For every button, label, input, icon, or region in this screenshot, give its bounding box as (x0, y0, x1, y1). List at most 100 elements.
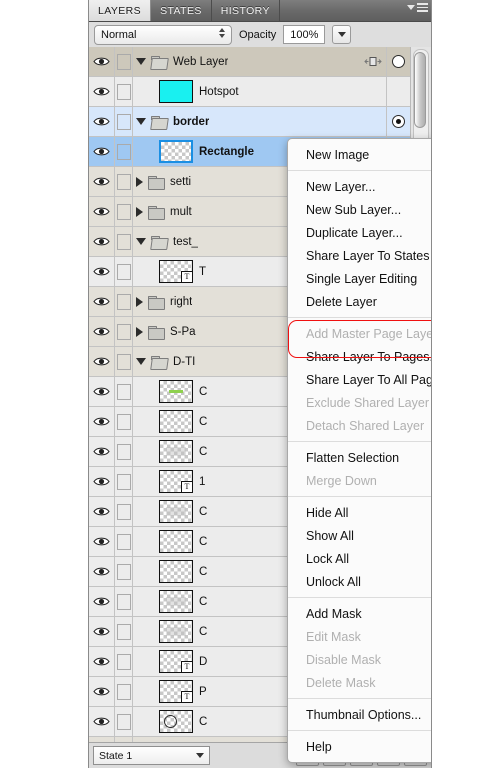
layer-visibility-toggle[interactable] (89, 107, 115, 136)
layer-thumbnail[interactable] (159, 410, 193, 433)
layer-lock-toggle[interactable] (115, 227, 133, 256)
twirl-right-icon[interactable] (136, 296, 143, 307)
layer-thumbnail[interactable] (159, 590, 193, 613)
context-menu-item[interactable]: Duplicate Layer... (288, 221, 431, 244)
layer-thumbnail[interactable] (159, 380, 193, 403)
layer-visibility-toggle[interactable] (89, 257, 115, 286)
context-menu-item[interactable]: Add Mask (288, 602, 431, 625)
layer-main-cell[interactable]: Web Layer (133, 47, 360, 76)
layer-lock-toggle[interactable] (115, 617, 133, 646)
context-menu-item[interactable]: Show All (288, 524, 431, 547)
layer-context-menu[interactable]: New Image New Layer... New Sub Layer... Dup… (287, 138, 431, 763)
state-select[interactable]: State 1 (93, 746, 210, 765)
layer-thumbnail[interactable] (159, 80, 193, 103)
context-menu-item[interactable]: Share Layer To States (288, 244, 431, 267)
twirl-down-icon[interactable] (136, 118, 146, 125)
layer-lock-toggle[interactable] (115, 197, 133, 226)
layer-visibility-toggle[interactable] (89, 197, 115, 226)
layer-visibility-toggle[interactable] (89, 527, 115, 556)
tab-layers[interactable]: LAYERS (89, 0, 152, 21)
twirl-right-icon[interactable] (136, 176, 143, 187)
layer-row[interactable]: Hotspot (89, 77, 410, 107)
context-menu-item[interactable]: Flatten Selection (288, 446, 431, 469)
layer-lock-toggle[interactable] (115, 557, 133, 586)
layer-lock-toggle[interactable] (115, 107, 133, 136)
layer-visibility-toggle[interactable] (89, 647, 115, 676)
layer-lock-toggle[interactable] (115, 257, 133, 286)
layer-thumbnail[interactable] (159, 560, 193, 583)
layer-visibility-toggle[interactable] (89, 407, 115, 436)
context-menu-item[interactable]: Hide All (288, 501, 431, 524)
context-menu-item[interactable]: New Sub Layer... (288, 198, 431, 221)
layer-thumbnail[interactable]: T (159, 680, 193, 703)
context-menu-item[interactable]: Help (288, 735, 431, 758)
layer-target-toggle[interactable] (386, 107, 410, 136)
layer-visibility-toggle[interactable] (89, 287, 115, 316)
layer-visibility-toggle[interactable] (89, 227, 115, 256)
layer-lock-toggle[interactable] (115, 587, 133, 616)
layer-lock-toggle[interactable] (115, 407, 133, 436)
context-menu-item[interactable]: Share Layer To Pages... (288, 345, 431, 368)
layer-lock-toggle[interactable] (115, 707, 133, 736)
opacity-input[interactable]: 100% (283, 25, 326, 44)
layer-visibility-toggle[interactable] (89, 587, 115, 616)
layer-lock-toggle[interactable] (115, 647, 133, 676)
context-menu-item[interactable]: Share Layer To All Pages (288, 368, 431, 391)
layer-visibility-toggle[interactable] (89, 557, 115, 586)
twirl-down-icon[interactable] (136, 58, 146, 65)
layer-visibility-toggle[interactable] (89, 677, 115, 706)
layer-row[interactable]: border (89, 107, 410, 137)
layer-visibility-toggle[interactable] (89, 167, 115, 196)
layer-thumbnail[interactable] (159, 140, 193, 163)
layer-visibility-toggle[interactable] (89, 617, 115, 646)
context-menu-item[interactable]: Unlock All (288, 570, 431, 593)
layer-thumbnail[interactable]: T (159, 260, 193, 283)
scrollbar-thumb[interactable] (414, 52, 426, 128)
layer-visibility-toggle[interactable] (89, 137, 115, 166)
layer-lock-toggle[interactable] (115, 677, 133, 706)
layer-lock-toggle[interactable] (115, 347, 133, 376)
layer-target-toggle[interactable] (386, 47, 410, 76)
twirl-right-icon[interactable] (136, 326, 143, 337)
layer-lock-toggle[interactable] (115, 377, 133, 406)
layer-lock-toggle[interactable] (115, 527, 133, 556)
layer-lock-toggle[interactable] (115, 137, 133, 166)
layer-thumbnail[interactable]: T (159, 470, 193, 493)
blend-mode-select[interactable]: Normal (94, 24, 232, 45)
layer-visibility-toggle[interactable] (89, 347, 115, 376)
layer-lock-toggle[interactable] (115, 467, 133, 496)
context-menu-item[interactable]: Lock All (288, 547, 431, 570)
layer-lock-toggle[interactable] (115, 497, 133, 526)
layer-visibility-toggle[interactable] (89, 437, 115, 466)
tab-history[interactable]: HISTORY (212, 0, 280, 21)
layer-lock-toggle[interactable] (115, 167, 133, 196)
context-menu-item[interactable]: Single Layer Editing (288, 267, 431, 290)
twirl-down-icon[interactable] (136, 238, 146, 245)
context-menu-item[interactable]: Thumbnail Options... (288, 703, 431, 726)
layer-lock-toggle[interactable] (115, 77, 133, 106)
layer-visibility-toggle[interactable] (89, 317, 115, 346)
layer-visibility-toggle[interactable] (89, 707, 115, 736)
twirl-down-icon[interactable] (136, 358, 146, 365)
context-menu-item[interactable]: New Layer... (288, 175, 431, 198)
layer-thumbnail[interactable] (159, 620, 193, 643)
layer-main-cell[interactable]: Hotspot (133, 77, 360, 106)
layer-thumbnail[interactable] (159, 530, 193, 553)
opacity-dropdown-button[interactable] (332, 25, 352, 44)
panel-menu-icon[interactable] (407, 3, 428, 12)
layer-thumbnail[interactable] (159, 710, 193, 733)
layer-visibility-toggle[interactable] (89, 497, 115, 526)
context-menu-item[interactable]: Delete Layer (288, 290, 431, 313)
twirl-right-icon[interactable] (136, 206, 143, 217)
layer-thumbnail[interactable]: T (159, 650, 193, 673)
tab-states[interactable]: STATES (151, 0, 212, 21)
layer-thumbnail[interactable] (159, 500, 193, 523)
layer-visibility-toggle[interactable] (89, 467, 115, 496)
layer-lock-toggle[interactable] (115, 287, 133, 316)
layer-lock-toggle[interactable] (115, 317, 133, 346)
layer-visibility-toggle[interactable] (89, 77, 115, 106)
context-menu-item[interactable]: New Image (288, 143, 431, 166)
layer-visibility-toggle[interactable] (89, 47, 115, 76)
layer-lock-toggle[interactable] (115, 437, 133, 466)
layer-visibility-toggle[interactable] (89, 377, 115, 406)
